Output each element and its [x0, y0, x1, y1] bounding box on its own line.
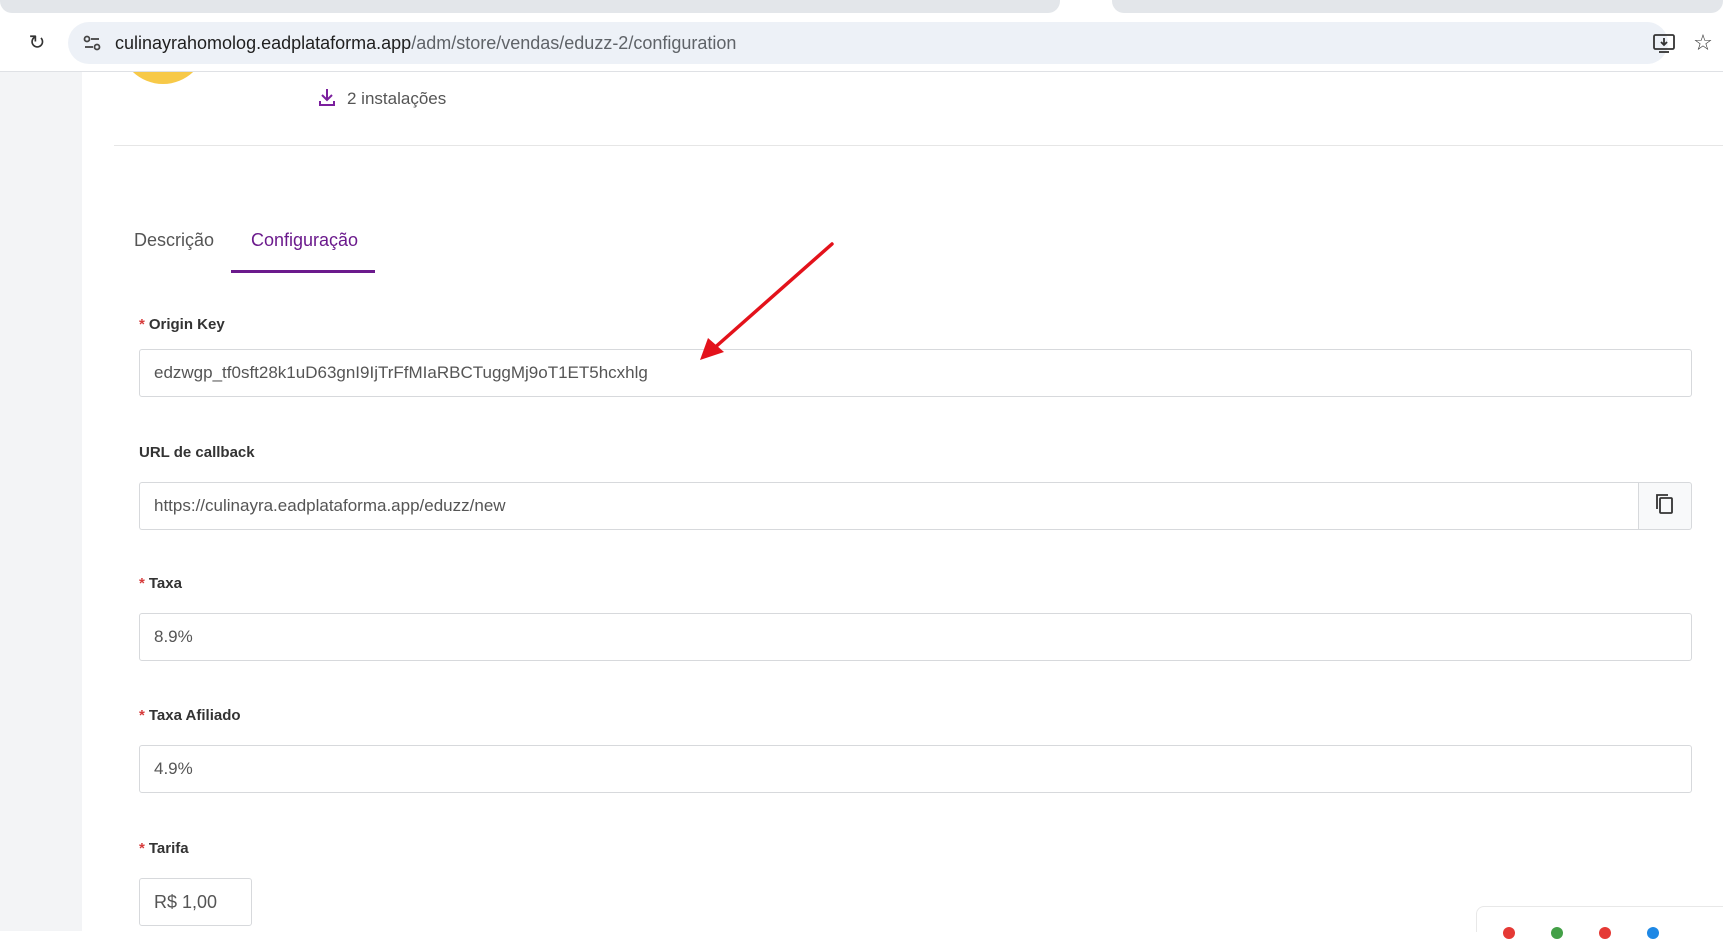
annotation-arrow	[700, 242, 834, 360]
copy-icon	[1654, 492, 1676, 521]
tarifa-label-text: Tarifa	[148, 840, 189, 857]
tarifa-label: * Tarifa	[139, 840, 189, 857]
origin-key-input[interactable]: edzwgp_tf0sft28k1uD63gnI9IjTrFfMIaRBCTug…	[139, 349, 1692, 397]
required-mark: *	[139, 707, 145, 724]
callback-url-input[interactable]: https://culinayra.eadplataforma.app/eduz…	[139, 482, 1638, 530]
browser-tab-strip	[0, 0, 1723, 16]
widget-dot	[1599, 927, 1611, 939]
required-mark: *	[139, 316, 145, 333]
taxa-label-text: Taxa	[148, 575, 182, 592]
floating-widget[interactable]	[1476, 906, 1723, 939]
widget-dot	[1503, 927, 1515, 939]
site-settings-icon[interactable]	[80, 31, 104, 55]
address-bar[interactable]: culinayrahomolog.eadplataforma.app/adm/s…	[68, 22, 1668, 64]
browser-toolbar: ↻ culinayrahomolog.eadplataforma.app/adm…	[0, 16, 1723, 72]
tab-descricao[interactable]: Descrição	[114, 222, 234, 270]
origin-key-label: * Origin Key	[139, 316, 225, 333]
copy-button[interactable]	[1638, 482, 1692, 530]
taxa-input[interactable]: 8.9%	[139, 613, 1692, 661]
taxa-afiliado-label-text: Taxa Afiliado	[148, 707, 241, 724]
bookmark-star-icon[interactable]: ☆	[1690, 31, 1716, 57]
required-mark: *	[139, 840, 145, 857]
install-app-icon[interactable]	[1652, 31, 1678, 57]
left-sidebar-gutter	[0, 72, 82, 931]
reload-icon[interactable]: ↻	[24, 30, 50, 56]
browser-tab[interactable]	[1112, 0, 1723, 13]
url-host: culinayrahomolog.eadplataforma.app	[115, 33, 412, 53]
widget-dot	[1647, 927, 1659, 939]
section-divider	[114, 145, 1723, 146]
callback-url-label: URL de callback	[139, 444, 255, 461]
installs-label: 2 instalações	[347, 89, 447, 108]
browser-tab[interactable]	[0, 0, 1060, 13]
origin-key-label-text: Origin Key	[148, 316, 225, 333]
required-mark: *	[139, 575, 145, 592]
taxa-afiliado-input[interactable]: 4.9%	[139, 745, 1692, 793]
widget-dot	[1551, 927, 1563, 939]
tarifa-input[interactable]: R$ 1,00	[139, 878, 252, 926]
taxa-label: * Taxa	[139, 575, 182, 592]
taxa-afiliado-label: * Taxa Afiliado	[139, 707, 241, 724]
installs-count: 2 instalações	[317, 84, 446, 114]
tab-configuracao[interactable]: Configuração	[231, 222, 375, 273]
url-text[interactable]: culinayrahomolog.eadplataforma.app/adm/s…	[115, 33, 736, 54]
download-icon	[317, 87, 337, 112]
url-path: /adm/store/vendas/eduzz-2/configuration	[411, 33, 737, 53]
